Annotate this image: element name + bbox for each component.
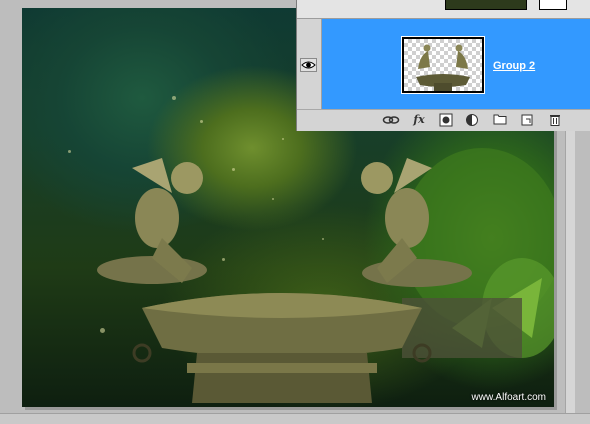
layer-name-label[interactable]: Group 2 [493, 60, 535, 72]
layer-row-group-2[interactable]: Group 2 [322, 19, 590, 109]
visibility-column [297, 19, 322, 109]
trash-icon[interactable] [547, 113, 563, 127]
layer-thumbnail [401, 36, 485, 94]
layer-thumbnail-previous [445, 0, 527, 10]
new-group-icon[interactable] [492, 113, 508, 127]
layer-mask-thumbnail-previous [539, 0, 567, 10]
vertical-scrollbar[interactable] [565, 130, 575, 423]
layers-panel: Group 2 fx [296, 0, 590, 131]
watermark-text: www.Alfoart.com [471, 392, 546, 403]
layer-row-previous[interactable] [297, 0, 590, 19]
fountain-thumbnail-icon [416, 44, 470, 91]
layer-mask-icon[interactable] [438, 113, 454, 127]
new-layer-icon[interactable] [519, 113, 535, 127]
status-bar [0, 413, 590, 424]
link-layers-icon[interactable] [382, 113, 400, 127]
eye-icon [301, 61, 316, 69]
layers-panel-toolbar: fx [297, 109, 590, 131]
adjustment-layer-icon[interactable] [464, 113, 480, 127]
layer-style-fx-button[interactable]: fx [409, 113, 429, 127]
visibility-toggle[interactable] [300, 58, 317, 72]
